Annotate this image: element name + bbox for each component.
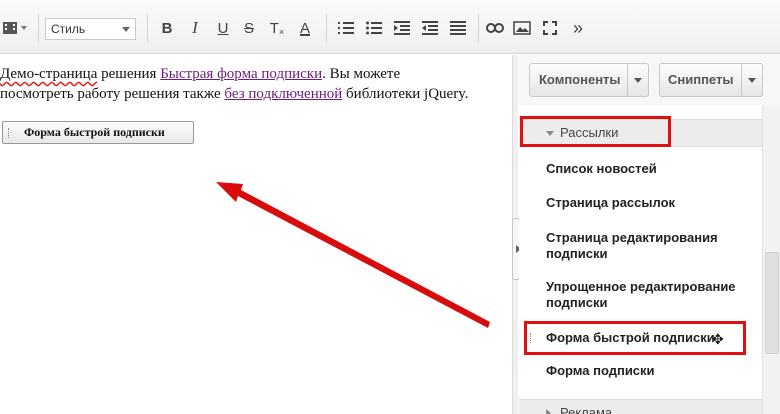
justify-button[interactable] [446,15,470,41]
source-mode-icon[interactable] [0,15,30,41]
group-label: Реклама [560,405,613,414]
drag-handle-icon[interactable] [8,128,11,138]
italic-icon: I [192,18,198,37]
text: библиотеки jQuery. [342,86,469,102]
component-block-quick-subscribe[interactable]: Форма быстрой подписки [2,121,194,144]
more-button[interactable]: » [566,15,590,41]
snippets-dropdown-button[interactable] [741,63,763,97]
strikethrough-button[interactable]: S [237,15,261,41]
link-icon [486,23,504,33]
component-item-label: Форма подписки [546,363,655,378]
scrollbar-thumb[interactable] [765,252,779,354]
clear-format-x-icon: × [278,27,285,37]
font-color-icon: A [299,19,310,37]
toolbar-separator [478,14,479,42]
bold-button[interactable]: B [155,15,179,41]
style-select-value: Стиль [51,22,86,36]
text: Демо-страница [0,66,98,82]
text: . Вы можете [322,66,401,82]
snippets-button[interactable]: Сниппеты [659,63,763,97]
text: посмотреть работу решения также [0,86,225,102]
outdent-button[interactable] [418,15,442,41]
italic-button[interactable]: I [183,15,207,41]
highlight-mailings-group [520,116,671,147]
snippets-button-label: Сниппеты [668,72,734,87]
toolbar-separator [147,14,148,42]
ordered-list-button[interactable] [334,15,358,41]
component-item-label: Список новостей [546,161,657,176]
move-cursor-icon: ✥ [712,331,724,347]
style-select[interactable]: Стиль [45,18,136,40]
clear-format-icon: T [269,19,279,37]
components-dropdown-button[interactable] [627,63,649,97]
bullet-list-icon [366,21,382,35]
component-item[interactable]: Упрощенное редактирование подписки [546,279,751,311]
ordered-list-icon [338,22,354,34]
fullscreen-button[interactable] [538,15,562,41]
clear-format-button[interactable]: T × [265,15,289,41]
outdent-icon [422,21,438,35]
indent-button[interactable] [390,15,414,41]
component-item[interactable]: Страница редактирования подписки [546,230,751,262]
fullscreen-icon [543,21,557,35]
underline-button[interactable]: U [211,15,235,41]
component-item-label: Страница рассылок [546,195,676,210]
component-item[interactable]: Форма подписки [546,363,751,379]
strikethrough-icon: S [243,19,254,37]
font-color-button[interactable]: A [293,15,317,41]
components-panel: Компоненты Сниппеты Рассылки Список ново… [519,55,780,414]
components-button[interactable]: Компоненты [529,63,649,97]
editor-toolbar: Стиль B I U S T × A » [0,0,780,54]
component-item-label: Упрощенное редактирование подписки [546,279,736,310]
bullet-list-button[interactable] [362,15,386,41]
chevron-right-icon [546,409,555,414]
underline-icon: U [217,19,229,37]
bold-icon: B [161,19,173,37]
component-item[interactable]: Список новостей [546,161,751,177]
toolbar-separator [38,14,39,42]
justify-icon [450,21,466,35]
toolbar-separator [326,14,327,42]
component-item-label: Страница редактирования подписки [546,230,718,261]
group-ads[interactable]: Реклама [519,399,762,414]
editor-content[interactable]: Демо-страница решения Быстрая форма подп… [0,55,512,414]
no-jquery-link[interactable]: без подключенной [224,86,342,102]
panel-scrollbar[interactable] [762,105,780,414]
more-icon: » [572,17,583,38]
image-icon [513,21,531,35]
link-button[interactable] [483,15,507,41]
indent-icon [394,21,410,35]
component-tree: Рассылки Список новостей Страница рассыл… [519,105,762,414]
component-item[interactable]: Страница рассылок [546,195,751,211]
component-block-label: Форма быстрой подписки [24,125,165,139]
chevron-down-icon [122,27,130,32]
content-paragraph: Демо-страница решения Быстрая форма подп… [0,64,505,104]
components-button-label: Компоненты [539,72,621,87]
quick-subscribe-link[interactable]: Быстрая форма подписки [160,66,322,82]
image-button[interactable] [510,15,534,41]
text: решения [97,66,161,82]
